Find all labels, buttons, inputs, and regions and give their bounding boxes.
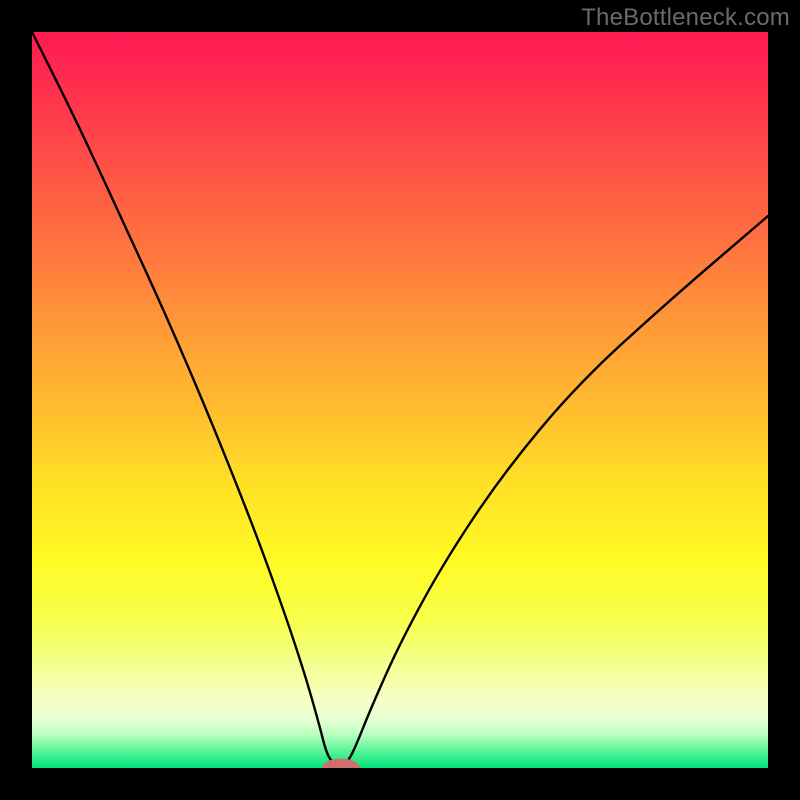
watermark-text: TheBottleneck.com xyxy=(581,4,790,32)
chart-frame: TheBottleneck.com xyxy=(0,0,800,800)
gradient-background xyxy=(32,32,768,768)
plot-area xyxy=(32,32,768,768)
chart-svg xyxy=(32,32,768,768)
